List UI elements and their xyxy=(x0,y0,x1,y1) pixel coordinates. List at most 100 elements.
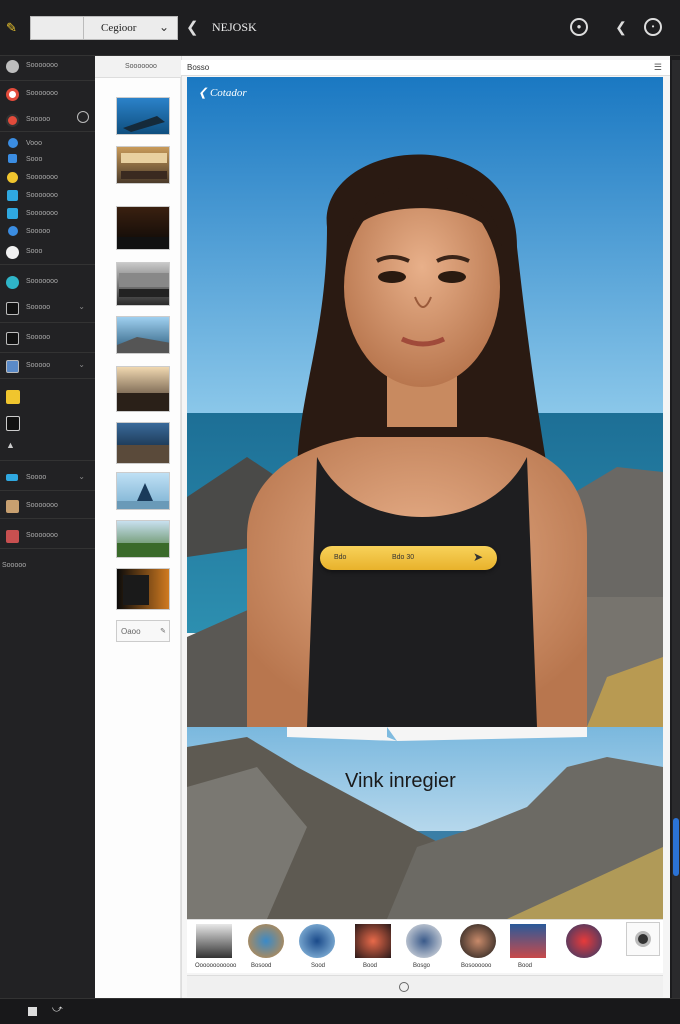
bottom-thumb-7[interactable] xyxy=(566,924,602,958)
bottom-thumb-label: Bosgo xyxy=(413,963,431,969)
thumbnail-image xyxy=(117,237,169,249)
landscape-image[interactable] xyxy=(187,727,663,919)
sidebar-item-label: Sooooo xyxy=(26,334,51,341)
bottom-thumb-1[interactable] xyxy=(248,924,284,958)
thumbnail[interactable] xyxy=(116,472,170,510)
record-icon xyxy=(6,114,19,127)
bottom-thumb-label: Bood xyxy=(363,963,378,969)
thumbnail[interactable] xyxy=(116,316,170,354)
sidebar-item-9[interactable]: Sooo xyxy=(0,242,95,266)
pill-middle-label: Bdo 30 xyxy=(392,554,415,561)
sidebar-item-10[interactable]: Sooooooo xyxy=(0,272,95,296)
sidebar-item-label: Sooooo xyxy=(26,228,51,235)
select-divider xyxy=(83,17,84,39)
sidebar-item-16[interactable]: ▲ xyxy=(0,438,95,462)
clock-icon[interactable]: • xyxy=(644,18,662,36)
sidebar-item-1[interactable]: Sooooooo xyxy=(0,84,95,108)
divider xyxy=(0,548,95,549)
star-icon xyxy=(7,172,18,183)
sidebar-item-15[interactable] xyxy=(0,412,95,436)
thumbnail[interactable] xyxy=(116,146,170,184)
select-value: Cegioor xyxy=(101,22,137,34)
bottom-thumb-3[interactable] xyxy=(355,924,391,958)
sidebar-item-label: Sooo xyxy=(26,248,43,255)
square-icon xyxy=(6,390,20,404)
chevron-left-icon[interactable]: ❮ xyxy=(198,87,210,99)
sidebar-item-0[interactable]: Sooooooo xyxy=(0,56,95,80)
category-select[interactable]: Cegioor ⌄ xyxy=(30,16,178,40)
target-icon[interactable]: ● xyxy=(570,18,588,36)
sidebar-item-11[interactable]: Sooooo ⌄ xyxy=(0,298,95,322)
square-icon xyxy=(6,332,19,345)
arrow-right-icon: ➤ xyxy=(472,550,483,564)
scrollbar-thumb[interactable] xyxy=(673,818,679,876)
thumbnail-image xyxy=(121,153,167,179)
sidebar-item-label: Sooooo xyxy=(26,304,51,311)
thumbnail-image xyxy=(117,483,169,509)
sidebar-item-14[interactable] xyxy=(0,386,95,410)
hero-image[interactable] xyxy=(187,77,663,727)
sidebar-item-12[interactable]: Sooooo xyxy=(0,328,95,352)
portrait-illustration xyxy=(187,77,663,727)
square-icon xyxy=(6,500,19,513)
circle-icon xyxy=(6,60,19,73)
sidebar-item-label: Sooooo xyxy=(2,562,27,569)
sidebar-item-label: Sooooooo xyxy=(26,278,58,285)
edit-icon: ✎ xyxy=(160,628,166,635)
bottom-thumb-6[interactable] xyxy=(510,924,546,958)
phone-icon[interactable]: ❮ xyxy=(612,18,630,36)
sidebar-item-label: Sooooooo xyxy=(26,62,58,69)
strip-header-label: Sooooooo xyxy=(125,63,157,70)
thumbnail-image xyxy=(117,393,169,411)
resize-arrow-icon[interactable]: ⤻ xyxy=(52,1004,63,1015)
divider xyxy=(0,131,95,132)
ellipsis-icon[interactable]: ⋮ xyxy=(672,18,680,36)
back-arrow-icon[interactable]: ❮ xyxy=(186,18,199,36)
thumbnail[interactable] xyxy=(116,520,170,558)
chevron-down-icon[interactable]: ⌄ xyxy=(78,472,85,481)
thumbnail[interactable] xyxy=(116,206,170,250)
bottom-thumb-4[interactable] xyxy=(406,924,442,958)
thumbnail-image xyxy=(119,273,169,297)
strip-edit-button[interactable]: Oaoo ✎ xyxy=(116,620,170,642)
chevron-down-icon[interactable]: ⌄ xyxy=(78,360,85,369)
record-button[interactable] xyxy=(626,922,660,956)
sidebar-item-13[interactable]: Sooooo ⌄ xyxy=(0,356,95,380)
action-pill-button[interactable]: Bdo Bdo 30 ➤ xyxy=(320,546,497,570)
sidebar-item-17[interactable]: Soooo ⌄ xyxy=(0,468,95,492)
sidebar-item-19[interactable]: Sooooooo xyxy=(0,526,95,550)
circle-icon xyxy=(6,276,19,289)
radio-icon[interactable] xyxy=(77,111,89,123)
pill-left-label: Bdo xyxy=(334,554,347,561)
page-dot-icon[interactable] xyxy=(399,982,409,992)
square-icon xyxy=(6,416,20,431)
sidebar-item-20[interactable]: Sooooo xyxy=(0,556,95,580)
circle-icon xyxy=(6,246,19,259)
landscape-title: Vink inregier xyxy=(345,770,456,792)
thumbnail[interactable] xyxy=(116,422,170,464)
thumbnail[interactable] xyxy=(116,262,170,306)
sidebar-item-18[interactable]: Sooooooo xyxy=(0,496,95,520)
square-icon[interactable] xyxy=(28,1007,37,1016)
divider xyxy=(0,80,95,81)
bottom-thumb-label: Oooooooooooo xyxy=(195,963,237,969)
square-icon xyxy=(6,474,18,481)
chevron-down-icon[interactable]: ⌄ xyxy=(78,302,85,311)
sidebar-item-label: Sooooooo xyxy=(26,174,58,181)
record-icon xyxy=(635,931,651,947)
thumbnail[interactable] xyxy=(116,568,170,610)
bottom-thumb-2[interactable] xyxy=(299,924,335,958)
menu-icon[interactable]: ☰ xyxy=(654,62,662,73)
thumbnail[interactable] xyxy=(116,97,170,135)
bottom-thumb-label: Sood xyxy=(311,963,326,969)
app-title: NEJOSK xyxy=(212,20,257,34)
square-icon xyxy=(8,226,18,236)
sidebar-item-label: Sooooooo xyxy=(26,502,58,509)
pencil-icon[interactable]: ✎ xyxy=(6,20,22,36)
bottom-thumb-0[interactable] xyxy=(196,924,232,958)
image-title: ❮ Cotador xyxy=(198,86,247,99)
bottom-thumb-5[interactable] xyxy=(460,924,496,958)
sidebar-item-label: Sooooooo xyxy=(26,192,58,199)
thumbnail[interactable] xyxy=(116,366,170,412)
square-icon xyxy=(7,208,18,219)
